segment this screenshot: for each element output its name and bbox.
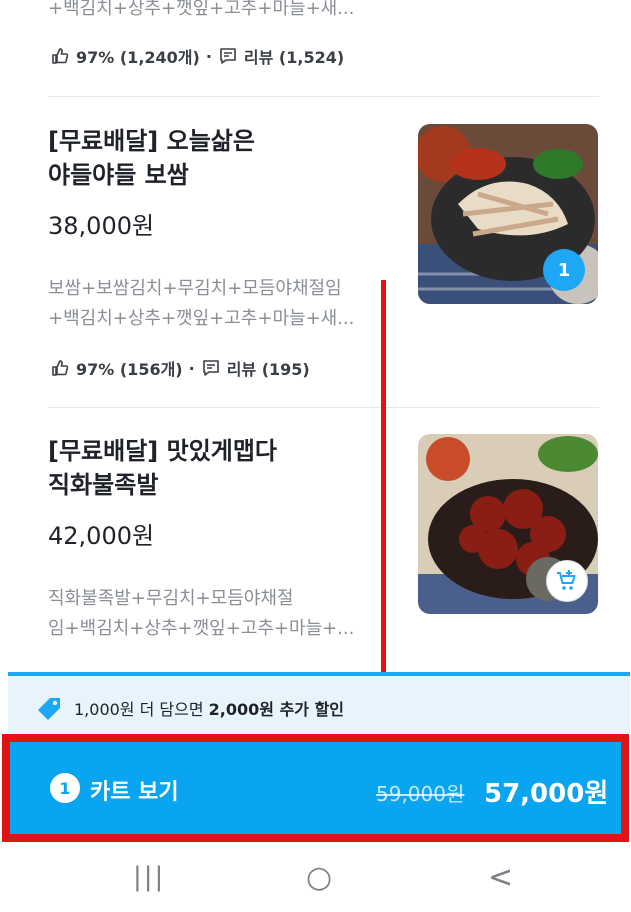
promo-text-prefix: 1,000원 더 담으면 <box>74 700 209 719</box>
separator-dot: · <box>188 358 195 378</box>
review-icon <box>220 48 236 64</box>
divider <box>48 407 599 408</box>
item-description-line: +백김치+상추+깻잎+고추+마늘+새... <box>48 308 355 329</box>
back-button[interactable]: < <box>488 860 513 895</box>
view-cart-label: 카트 보기 <box>90 780 179 805</box>
item-title: [무료배달] 맛있게맵다 직화불족발 <box>48 434 388 502</box>
rating-text: 97% (156개) <box>76 360 183 379</box>
item-description: +백김치+상추+깻잎+고추+마늘+새... <box>48 0 378 24</box>
divider <box>48 96 599 97</box>
menu-item-jokbal[interactable]: [무료배달] 맛있게맵다 직화불족발 42,000원 <box>48 434 388 551</box>
menu-item-bossam[interactable]: [무료배달] 오늘삶은 야들야들 보쌈 38,000원 <box>48 124 388 241</box>
item-title-line: 직화불족발 <box>48 471 159 499</box>
item-price: 38,000원 <box>48 212 155 240</box>
annotation-arrow-shaft <box>381 280 386 680</box>
view-cart-button[interactable]: 1 카트 보기 59,000원 57,000원 <box>10 742 621 834</box>
tag-icon <box>38 698 60 720</box>
thumbs-up-icon <box>52 48 69 64</box>
cart-button-highlight: 1 카트 보기 59,000원 57,000원 <box>2 734 629 842</box>
separator-dot: · <box>205 46 212 66</box>
promo-discount-amount: 2,000원 추가 할인 <box>208 700 345 719</box>
add-to-cart-button[interactable] <box>546 560 588 602</box>
item-description-line: 임+백김치+상추+깻잎+고추+마늘+... <box>48 618 355 639</box>
item-title-line: [무료배달] 오늘삶은 <box>48 127 255 155</box>
original-price: 59,000원 <box>376 782 465 806</box>
item-description: 보쌈+보쌈김치+무김치+모듬야채절임 +백김치+상추+깻잎+고추+마늘+새... <box>48 274 382 334</box>
item-stats: 97% (1,240개) · 리뷰 (1,524) <box>50 44 344 68</box>
recent-apps-button[interactable]: ||| <box>133 862 165 892</box>
discount-promo-bar: 1,000원 더 담으면 2,000원 추가 할인 <box>8 672 630 734</box>
item-description: 직화불족발+무김치+모듬야채절 임+백김치+상추+깻잎+고추+마늘+... <box>48 584 382 644</box>
item-title-line: [무료배달] 맛있게맵다 <box>48 437 278 465</box>
system-navigation-bar: ||| ○ < <box>0 848 631 912</box>
item-description-line: 직화불족발+무김치+모듬야채절 <box>48 588 294 609</box>
item-stats: 97% (156개) · 리뷰 (195) <box>50 356 310 380</box>
thumbs-up-icon <box>52 360 69 376</box>
item-title: [무료배달] 오늘삶은 야들야들 보쌈 <box>48 124 388 192</box>
cart-plus-icon <box>557 570 576 590</box>
item-price: 42,000원 <box>48 522 155 550</box>
rating-text: 97% (1,240개) <box>76 48 200 67</box>
review-count: 리뷰 (195) <box>226 360 310 379</box>
final-price: 57,000원 <box>484 779 609 809</box>
item-description-line: 보쌈+보쌈김치+무김치+모듬야채절임 <box>48 278 342 299</box>
home-button[interactable]: ○ <box>306 860 332 895</box>
review-icon <box>202 360 219 376</box>
item-title-line: 야들야들 보쌈 <box>48 161 189 189</box>
promo-text: 1,000원 더 담으면 2,000원 추가 할인 <box>74 696 344 720</box>
item-description-line: +백김치+상추+깻잎+고추+마늘+새... <box>48 0 355 19</box>
quantity-badge: 1 <box>543 249 585 291</box>
cart-count-badge: 1 <box>50 773 80 803</box>
review-count: 리뷰 (1,524) <box>243 48 345 67</box>
